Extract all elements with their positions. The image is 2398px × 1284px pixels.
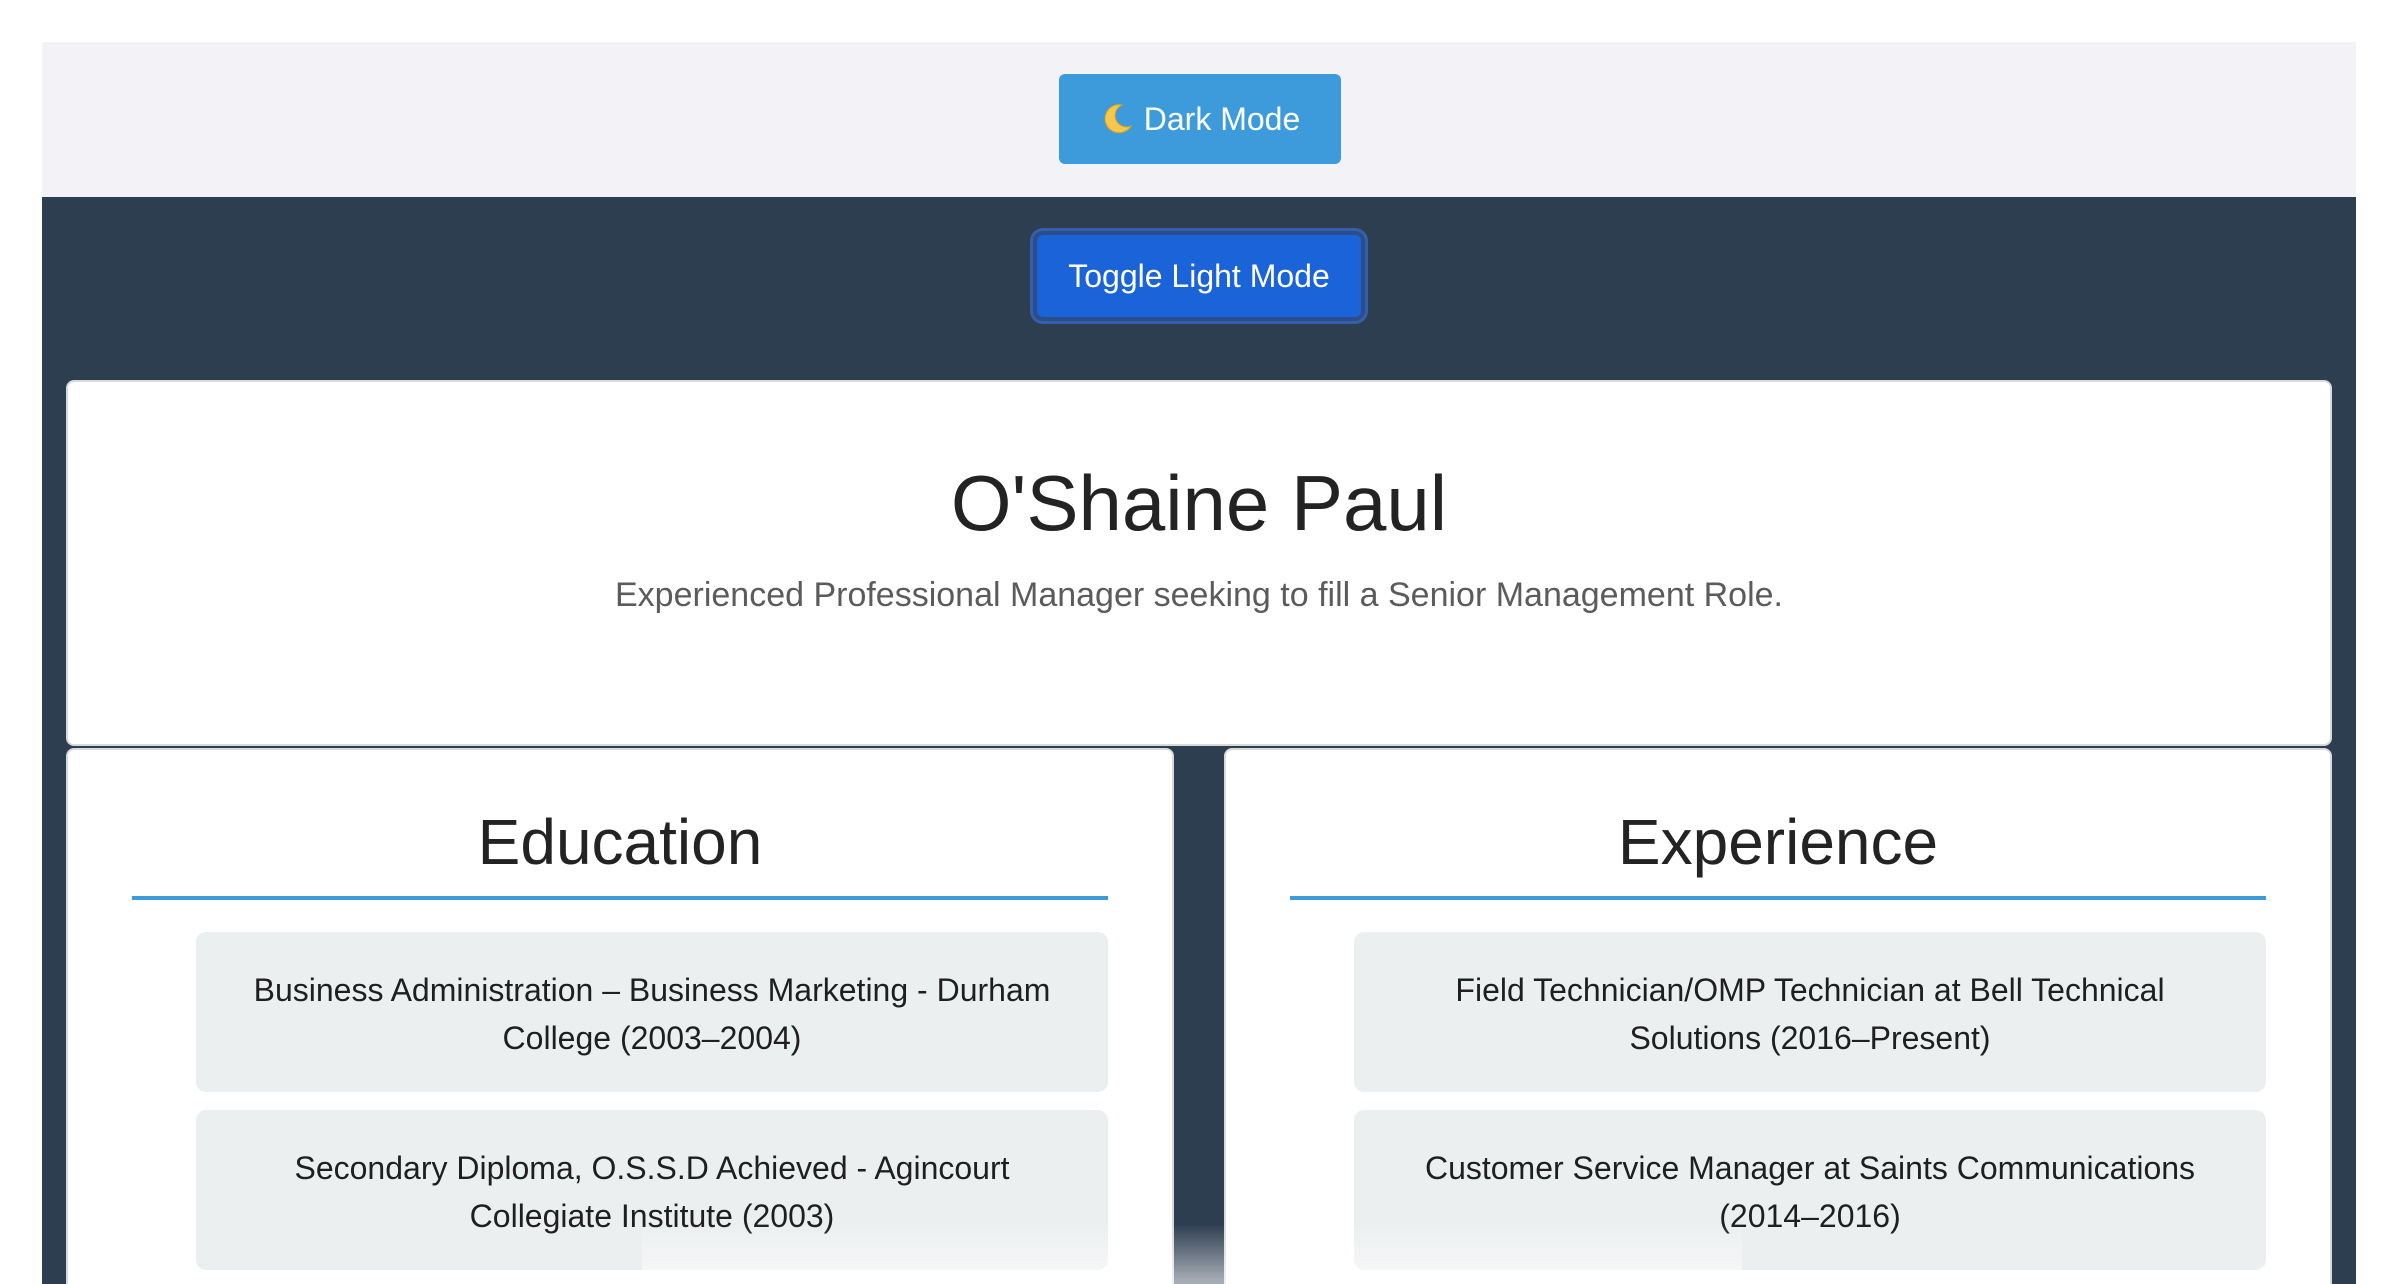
toggle-light-mode-button[interactable]: Toggle Light Mode <box>1033 231 1365 321</box>
header-card: O'Shaine Paul Experienced Professional M… <box>66 380 2332 746</box>
moon-icon <box>1100 102 1134 136</box>
education-title: Education <box>132 810 1108 900</box>
dark-mode-label: Dark Mode <box>1143 100 1301 137</box>
summary-text: Experienced Professional Manager seeking… <box>615 576 1783 614</box>
experience-item: Field Technician/OMP Technician at Bell … <box>1354 932 2266 1092</box>
education-list: Business Administration – Business Marke… <box>196 932 1108 1270</box>
education-item: Business Administration – Business Marke… <box>196 932 1108 1092</box>
experience-list: Field Technician/OMP Technician at Bell … <box>1354 932 2266 1270</box>
education-item: Secondary Diploma, O.S.S.D Achieved - Ag… <box>196 1110 1108 1270</box>
dark-mode-button[interactable]: Dark Mode <box>1059 74 1341 164</box>
experience-section: Experience Field Technician/OMP Technici… <box>1224 748 2332 1284</box>
main-content: Toggle Light Mode O'Shaine Paul Experien… <box>42 197 2356 1284</box>
experience-title: Experience <box>1290 810 2266 900</box>
page: Dark Mode Toggle Light Mode O'Shaine Pau… <box>42 42 2356 1284</box>
person-name: O'Shaine Paul <box>950 459 1448 547</box>
education-section: Education Business Administration – Busi… <box>66 748 1174 1284</box>
top-bar: Dark Mode <box>42 42 2356 197</box>
experience-item: Customer Service Manager at Saints Commu… <box>1354 1110 2266 1270</box>
